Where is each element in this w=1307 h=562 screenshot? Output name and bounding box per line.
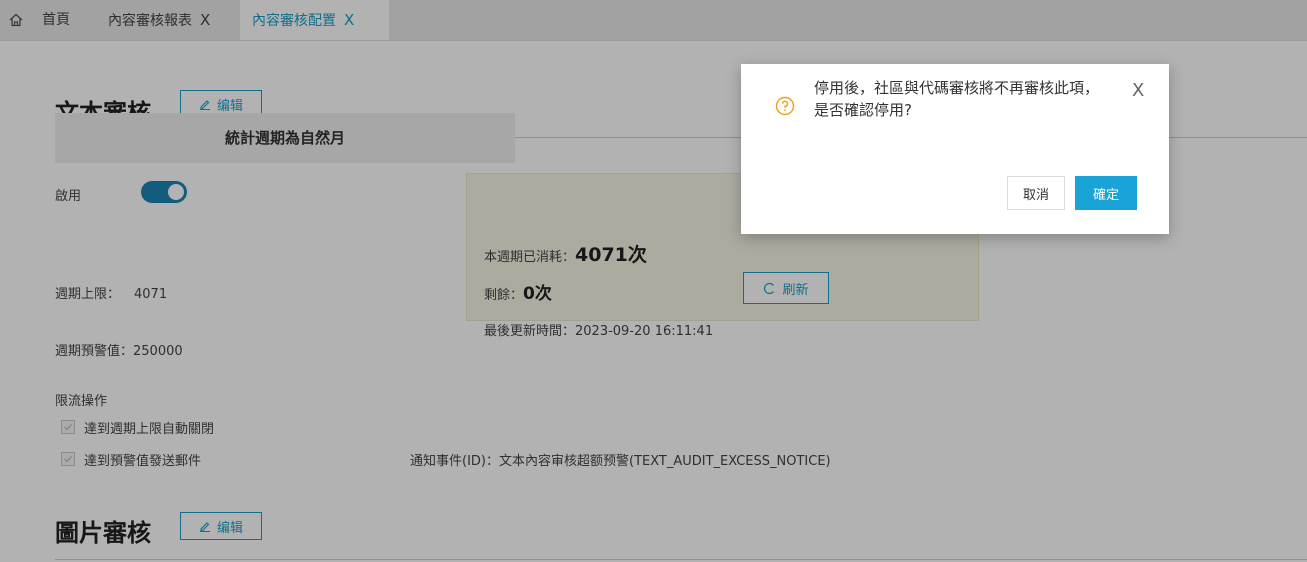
dialog-message: 停用後，社區與代碼審核將不再審核此項， 是否確認停用? xyxy=(814,77,1134,121)
cancel-button[interactable]: 取消 xyxy=(1007,176,1065,210)
dialog-message-line2: 是否確認停用? xyxy=(814,101,912,119)
dialog-message-line1: 停用後，社區與代碼審核將不再審核此項， xyxy=(814,79,1100,97)
dialog-close-icon[interactable]: X xyxy=(1132,80,1144,101)
question-icon xyxy=(775,96,795,116)
confirm-button[interactable]: 確定 xyxy=(1075,176,1137,210)
